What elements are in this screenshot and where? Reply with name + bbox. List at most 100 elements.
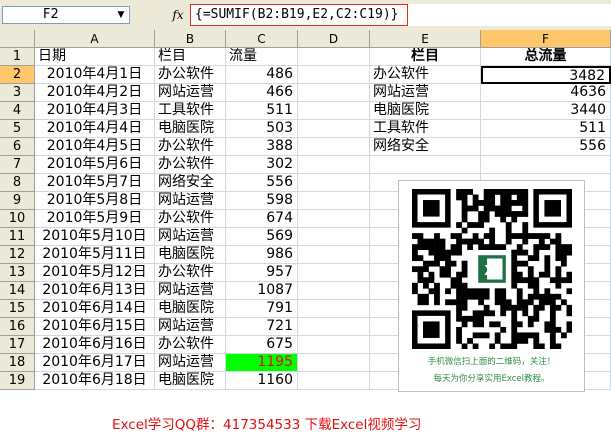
- row-header-18[interactable]: 18: [0, 354, 35, 372]
- cell-b8[interactable]: 网络安全: [155, 174, 226, 192]
- row-header-2[interactable]: 2: [0, 66, 35, 84]
- cell-a7[interactable]: 2010年5月6日: [35, 156, 155, 174]
- cell-e3[interactable]: 网站运营: [370, 84, 481, 102]
- cell-b14[interactable]: 网站运营: [155, 282, 226, 300]
- cell-b11[interactable]: 网站运营: [155, 228, 226, 246]
- chevron-down-icon[interactable]: ▼: [113, 7, 129, 23]
- cell-c6[interactable]: 388: [226, 138, 298, 156]
- cell-a12[interactable]: 2010年5月11日: [35, 246, 155, 264]
- cell-c14[interactable]: 1087: [226, 282, 298, 300]
- cell-a18[interactable]: 2010年6月17日: [35, 354, 155, 372]
- cell-a17[interactable]: 2010年6月16日: [35, 336, 155, 354]
- cell-e5[interactable]: 工具软件: [370, 120, 481, 138]
- row-header-15[interactable]: 15: [0, 300, 35, 318]
- row-header-10[interactable]: 10: [0, 210, 35, 228]
- cell-b2[interactable]: 办公软件: [155, 66, 226, 84]
- formula-input-area[interactable]: {=SUMIF(B2:B19,E2,C2:C19)}: [190, 4, 611, 26]
- cell-c9[interactable]: 598: [226, 192, 298, 210]
- cell-a3[interactable]: 2010年4月2日: [35, 84, 155, 102]
- cell-c8[interactable]: 556: [226, 174, 298, 192]
- column-header-b[interactable]: B: [155, 30, 226, 48]
- cell-d3[interactable]: [298, 84, 370, 102]
- cell-e6[interactable]: 网络安全: [370, 138, 481, 156]
- cell-c18[interactable]: 1195: [226, 354, 298, 372]
- cell-a8[interactable]: 2010年5月7日: [35, 174, 155, 192]
- cell-b9[interactable]: 网站运营: [155, 192, 226, 210]
- cell-a5[interactable]: 2010年4月4日: [35, 120, 155, 138]
- cell-f2[interactable]: 3482: [481, 66, 611, 84]
- row-header-9[interactable]: 9: [0, 192, 35, 210]
- cell-c1[interactable]: 流量: [226, 48, 298, 66]
- cell-b5[interactable]: 电脑医院: [155, 120, 226, 138]
- cell-e1[interactable]: 栏目: [370, 48, 481, 66]
- cell-c15[interactable]: 791: [226, 300, 298, 318]
- name-box[interactable]: F2 ▼: [2, 6, 130, 24]
- cell-f7[interactable]: [481, 156, 611, 174]
- cell-e4[interactable]: 电脑医院: [370, 102, 481, 120]
- cell-f4[interactable]: 3440: [481, 102, 611, 120]
- cell-d14[interactable]: [298, 282, 370, 300]
- row-header-1[interactable]: 1: [0, 48, 35, 66]
- cell-c11[interactable]: 569: [226, 228, 298, 246]
- cell-a9[interactable]: 2010年5月8日: [35, 192, 155, 210]
- cell-b19[interactable]: 电脑医院: [155, 372, 226, 390]
- cell-c7[interactable]: 302: [226, 156, 298, 174]
- row-header-8[interactable]: 8: [0, 174, 35, 192]
- cell-b15[interactable]: 电脑医院: [155, 300, 226, 318]
- cell-b17[interactable]: 办公软件: [155, 336, 226, 354]
- row-header-14[interactable]: 14: [0, 282, 35, 300]
- cell-d9[interactable]: [298, 192, 370, 210]
- row-header-5[interactable]: 5: [0, 120, 35, 138]
- cell-c19[interactable]: 1160: [226, 372, 298, 390]
- cell-a19[interactable]: 2010年6月18日: [35, 372, 155, 390]
- cell-a15[interactable]: 2010年6月14日: [35, 300, 155, 318]
- cell-a1[interactable]: 日期: [35, 48, 155, 66]
- cell-f5[interactable]: 511: [481, 120, 611, 138]
- fx-icon[interactable]: fx: [168, 6, 188, 24]
- cell-d11[interactable]: [298, 228, 370, 246]
- column-header-d[interactable]: D: [298, 30, 370, 48]
- cell-b10[interactable]: 办公软件: [155, 210, 226, 228]
- cell-f6[interactable]: 556: [481, 138, 611, 156]
- column-header-f[interactable]: F: [481, 30, 611, 48]
- cell-b4[interactable]: 工具软件: [155, 102, 226, 120]
- cell-d18[interactable]: [298, 354, 370, 372]
- cell-a4[interactable]: 2010年4月3日: [35, 102, 155, 120]
- cell-c17[interactable]: 675: [226, 336, 298, 354]
- cell-c5[interactable]: 503: [226, 120, 298, 138]
- cell-a11[interactable]: 2010年5月10日: [35, 228, 155, 246]
- cell-d12[interactable]: [298, 246, 370, 264]
- cell-d17[interactable]: [298, 336, 370, 354]
- cell-b3[interactable]: 网站运营: [155, 84, 226, 102]
- cell-b7[interactable]: 办公软件: [155, 156, 226, 174]
- cell-d8[interactable]: [298, 174, 370, 192]
- cell-d1[interactable]: [298, 48, 370, 66]
- row-header-4[interactable]: 4: [0, 102, 35, 120]
- cell-a6[interactable]: 2010年4月5日: [35, 138, 155, 156]
- cell-d6[interactable]: [298, 138, 370, 156]
- row-header-17[interactable]: 17: [0, 336, 35, 354]
- row-header-16[interactable]: 16: [0, 318, 35, 336]
- column-header-c[interactable]: C: [226, 30, 298, 48]
- cell-b18[interactable]: 网站运营: [155, 354, 226, 372]
- cell-b12[interactable]: 电脑医院: [155, 246, 226, 264]
- cell-b1[interactable]: 栏目: [155, 48, 226, 66]
- cell-a13[interactable]: 2010年5月12日: [35, 264, 155, 282]
- cell-c13[interactable]: 957: [226, 264, 298, 282]
- cell-c3[interactable]: 466: [226, 84, 298, 102]
- cell-a2[interactable]: 2010年4月1日: [35, 66, 155, 84]
- select-all-corner[interactable]: [0, 30, 35, 48]
- cell-d10[interactable]: [298, 210, 370, 228]
- row-header-11[interactable]: 11: [0, 228, 35, 246]
- formula-input[interactable]: {=SUMIF(B2:B19,E2,C2:C19)}: [190, 4, 408, 26]
- row-header-3[interactable]: 3: [0, 84, 35, 102]
- cell-d13[interactable]: [298, 264, 370, 282]
- row-header-7[interactable]: 7: [0, 156, 35, 174]
- row-header-13[interactable]: 13: [0, 264, 35, 282]
- cell-e7[interactable]: [370, 156, 481, 174]
- cell-b6[interactable]: 办公软件: [155, 138, 226, 156]
- cell-d7[interactable]: [298, 156, 370, 174]
- row-header-12[interactable]: 12: [0, 246, 35, 264]
- cell-c16[interactable]: 721: [226, 318, 298, 336]
- cell-c4[interactable]: 511: [226, 102, 298, 120]
